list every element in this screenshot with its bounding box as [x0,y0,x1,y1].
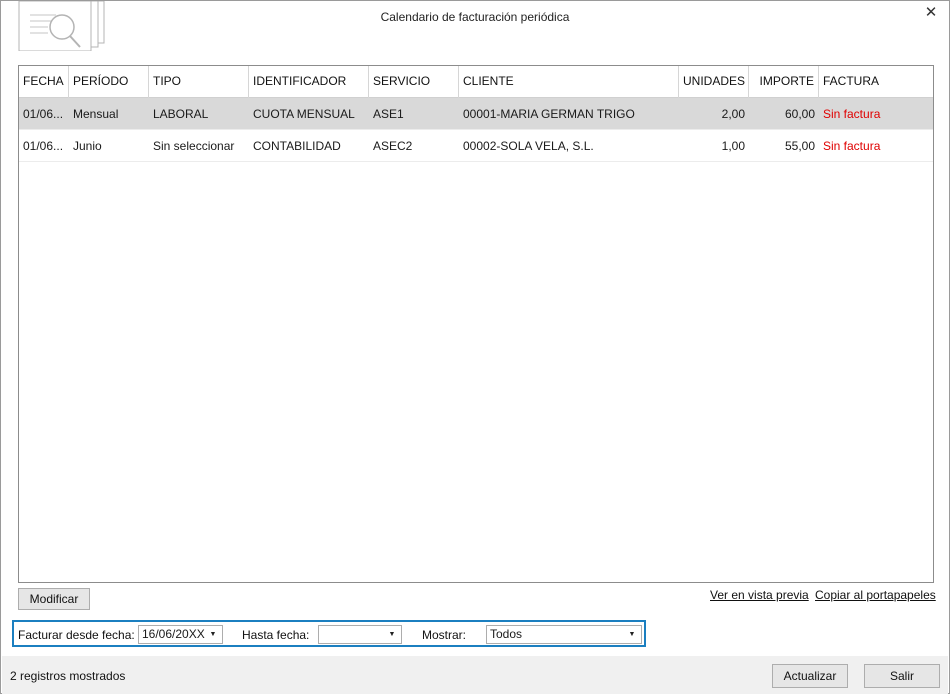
mostrar-value: Todos [490,627,523,641]
window-title: Calendario de facturación periódica [380,10,570,24]
column-header-servicio[interactable]: SERVICIO [369,66,459,98]
cell-periodo: Junio [73,139,102,153]
cell-periodo: Mensual [73,107,119,121]
column-header-cliente[interactable]: CLIENTE [459,66,679,98]
cell-cliente: 00001-MARIA GERMAN TRIGO [463,107,635,121]
cell-servicio: ASE1 [373,107,404,121]
billing-grid: FECHA PERÍODO TIPO IDENTIFICADOR SERVICI… [18,65,934,583]
chevron-down-icon[interactable]: ▼ [206,627,220,642]
mostrar-label: Mostrar: [422,628,467,642]
column-header-tipo[interactable]: TIPO [149,66,249,98]
column-header-factura[interactable]: FACTURA [819,66,933,98]
desde-date-value: 16/06/20XX [142,627,205,641]
cell-identificador: CONTABILIDAD [253,139,341,153]
cell-tipo: LABORAL [153,107,209,121]
chevron-down-icon[interactable]: ▼ [625,627,639,642]
hasta-label: Hasta fecha: [242,628,310,642]
column-header-periodo[interactable]: PERÍODO [69,66,149,98]
actualizar-button[interactable]: Actualizar [772,664,848,688]
cell-importe: 55,00 [784,139,815,153]
cell-factura-status: Sin factura [823,107,881,121]
search-document-icon [18,0,108,52]
filter-panel: Facturar desde fecha: 16/06/20XX ▼ Hasta… [12,620,646,647]
preview-link[interactable]: Ver en vista previa [710,588,809,602]
cell-fecha: 01/06... [23,139,64,153]
mostrar-select[interactable]: Todos ▼ [486,625,642,644]
cell-servicio: ASEC2 [373,139,413,153]
column-header-importe[interactable]: IMPORTE [749,66,819,98]
desde-date-picker[interactable]: 16/06/20XX ▼ [138,625,223,644]
cell-unidades: 2,00 [721,107,745,121]
cell-cliente: 00002-SOLA VELA, S.L. [463,139,594,153]
cell-unidades: 1,00 [721,139,745,153]
cell-factura-status: Sin factura [823,139,881,153]
records-count: 2 registros mostrados [10,669,126,683]
cell-tipo: Sin seleccionar [153,139,235,153]
table-row[interactable]: 01/06... Junio Sin seleccionar CONTABILI… [19,130,933,162]
salir-button[interactable]: Salir [864,664,940,688]
cell-fecha: 01/06... [23,107,64,121]
billing-calendar-window: Calendario de facturación periódica ✕ FE… [0,0,950,694]
hasta-date-picker[interactable]: ▼ [318,625,402,644]
grid-header: FECHA PERÍODO TIPO IDENTIFICADOR SERVICI… [19,66,933,98]
close-icon[interactable]: ✕ [921,3,941,23]
chevron-down-icon[interactable]: ▼ [385,627,399,642]
column-header-identificador[interactable]: IDENTIFICADOR [249,66,369,98]
copy-to-clipboard-link[interactable]: Copiar al portapapeles [815,588,936,602]
column-header-unidades[interactable]: UNIDADES [679,66,749,98]
table-row[interactable]: 01/06... Mensual LABORAL CUOTA MENSUAL A… [19,98,933,130]
desde-label: Facturar desde fecha: [18,628,135,642]
cell-identificador: CUOTA MENSUAL [253,107,355,121]
column-header-fecha[interactable]: FECHA [19,66,69,98]
cell-importe: 60,00 [784,107,815,121]
modificar-button[interactable]: Modificar [18,588,90,610]
